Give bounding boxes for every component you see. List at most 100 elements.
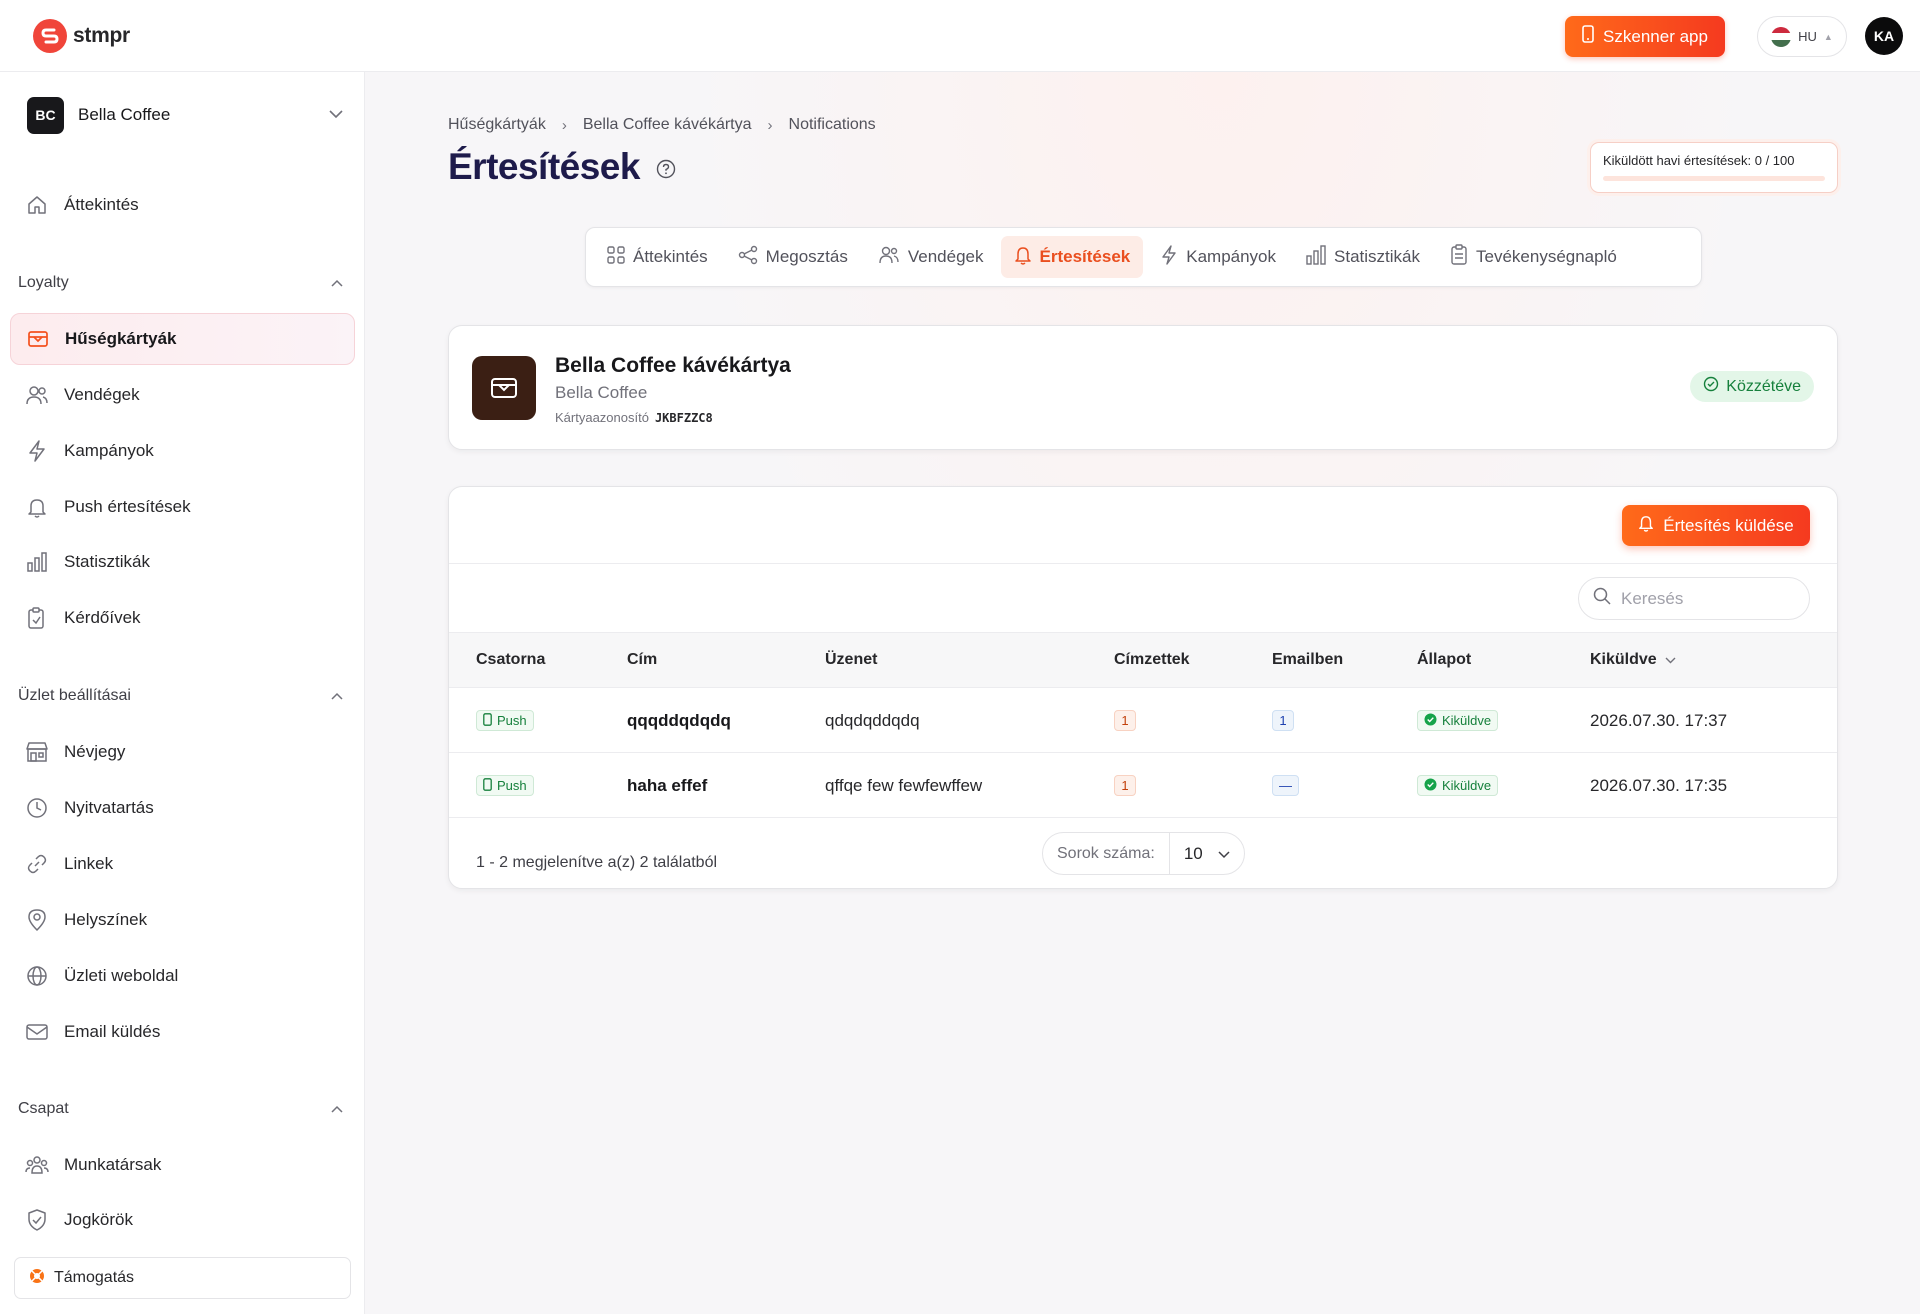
- title-cell: haha effef: [627, 775, 708, 795]
- card-icon: [25, 326, 51, 352]
- tab-activity-log[interactable]: Tevékenységnapló: [1437, 236, 1630, 278]
- quota-label: Kiküldött havi értesítések: 0 / 100: [1603, 153, 1795, 168]
- shield-icon: [24, 1207, 50, 1233]
- scanner-app-button[interactable]: Szkenner app: [1565, 16, 1725, 57]
- tab-label: Statisztikák: [1334, 247, 1420, 266]
- language-selector[interactable]: HU ▲: [1757, 16, 1847, 57]
- sidebar-item-opening-hours[interactable]: Nyitvatartás: [10, 782, 355, 834]
- card-id: Kártyaazonosító JKBFZZC8: [555, 410, 713, 425]
- sidebar-item-email[interactable]: Email küldés: [10, 1006, 355, 1058]
- sidebar-item-label: Push értesítések: [64, 497, 191, 516]
- chevron-up-icon: [331, 274, 343, 292]
- sidebar: BC Bella Coffee Áttekintés Loyalty Hűség…: [0, 72, 365, 1314]
- logo[interactable]: stmpr: [33, 19, 130, 53]
- sort-chevron-down-icon: [1665, 651, 1676, 669]
- rows-per-page-select[interactable]: Sorok száma: 10: [1042, 832, 1245, 875]
- rows-per-page-value: 10: [1183, 843, 1203, 863]
- home-icon: [24, 192, 50, 218]
- column-header-title: Cím: [627, 651, 658, 668]
- tab-statistics[interactable]: Statisztikák: [1293, 236, 1433, 278]
- section-business-settings[interactable]: Üzlet beállításai: [18, 687, 343, 705]
- email-cell: 1: [1272, 688, 1294, 753]
- chevron-right-icon: ›: [767, 116, 773, 134]
- sidebar-item-locations[interactable]: Helyszínek: [10, 894, 355, 946]
- business-name: Bella Coffee: [78, 105, 171, 124]
- sidebar-item-label: Kampányok: [64, 441, 154, 460]
- tab-campaigns[interactable]: Kampányok: [1147, 236, 1289, 278]
- section-loyalty[interactable]: Loyalty: [18, 274, 343, 292]
- sidebar-item-label: Kérdőívek: [64, 608, 141, 627]
- sidebar-item-label: Áttekintés: [64, 195, 139, 214]
- sidebar-item-label: Linkek: [64, 854, 114, 873]
- card-name: Bella Coffee kávékártya: [555, 354, 791, 377]
- sidebar-item-links[interactable]: Linkek: [10, 838, 355, 890]
- status-cell: Kiküldve: [1417, 688, 1499, 753]
- send-notification-button[interactable]: Értesítés küldése: [1622, 505, 1810, 546]
- status-badge: Kiküldve: [1417, 710, 1499, 731]
- column-header-status: Állapot: [1417, 651, 1472, 668]
- table-row[interactable]: Push haha effef qffqe few fewfewffew 1 —…: [449, 753, 1837, 818]
- column-header-channel: Csatorna: [476, 651, 546, 668]
- column-header-sent-at[interactable]: Kiküldve: [1590, 651, 1676, 669]
- tab-label: Vendégek: [907, 247, 984, 266]
- link-icon: [24, 851, 50, 877]
- tab-guests[interactable]: Vendégek: [865, 236, 997, 278]
- sidebar-item-push-notifications[interactable]: Push értesítések: [10, 481, 355, 533]
- clipboard-icon: [1450, 243, 1468, 271]
- breadcrumb-item[interactable]: Bella Coffee kávékártya: [583, 116, 752, 134]
- quota-progress-bar: [1603, 176, 1825, 181]
- sidebar-item-profile[interactable]: Névjegy: [10, 726, 355, 778]
- channel-label: Push: [497, 713, 527, 728]
- tab-label: Megosztás: [765, 247, 848, 266]
- sidebar-item-guests[interactable]: Vendégek: [10, 369, 355, 421]
- check-circle-icon: [1424, 778, 1437, 794]
- support-button[interactable]: Támogatás: [14, 1257, 351, 1299]
- status-badge: Kiküldve: [1417, 775, 1499, 796]
- sidebar-item-label: Helyszínek: [64, 910, 148, 929]
- rows-per-page-label: Sorok száma:: [1043, 833, 1170, 874]
- bolt-icon: [1160, 244, 1178, 271]
- chevron-down-icon: [329, 106, 343, 124]
- sidebar-item-loyalty-cards[interactable]: Hűségkártyák: [10, 313, 355, 365]
- sidebar-item-statistics[interactable]: Statisztikák: [10, 536, 355, 588]
- support-label: Támogatás: [54, 1269, 135, 1286]
- sidebar-item-campaigns[interactable]: Kampányok: [10, 425, 355, 477]
- page-title-row: Értesítések: [448, 146, 676, 188]
- chevron-up-icon: [331, 687, 343, 705]
- phone-icon: [483, 712, 492, 729]
- bolt-icon: [24, 438, 50, 464]
- sidebar-item-staff[interactable]: Munkatársak: [10, 1139, 355, 1191]
- tab-overview[interactable]: Áttekintés: [594, 236, 721, 278]
- business-switcher[interactable]: BC Bella Coffee: [27, 95, 343, 135]
- send-notification-label: Értesítés küldése: [1663, 515, 1794, 535]
- tab-share[interactable]: Megosztás: [725, 236, 861, 278]
- search-input[interactable]: [1621, 588, 1791, 609]
- business-avatar: BC: [27, 96, 64, 134]
- chart-icon: [24, 549, 50, 575]
- user-avatar[interactable]: KA: [1865, 17, 1903, 55]
- help-icon[interactable]: [656, 146, 676, 188]
- sidebar-item-website[interactable]: Üzleti weboldal: [10, 950, 355, 1002]
- card-business: Bella Coffee: [555, 383, 648, 402]
- breadcrumb-item[interactable]: Hűségkártyák: [448, 116, 546, 134]
- table-row[interactable]: Push qqqddqdqdq qdqdqddqdq 1 1 Kiküldve …: [449, 688, 1837, 753]
- search-field[interactable]: [1578, 577, 1810, 620]
- section-team[interactable]: Csapat: [18, 1100, 343, 1118]
- section-title: Üzlet beállításai: [18, 687, 131, 704]
- users-icon: [24, 382, 50, 408]
- lifebuoy-icon: [29, 1268, 45, 1289]
- loyalty-card-summary: Bella Coffee kávékártya Bella Coffee Kár…: [448, 325, 1838, 450]
- table-header: Csatorna Cím Üzenet Címzettek Emailben Á…: [449, 632, 1837, 688]
- sidebar-item-surveys[interactable]: Kérdőívek: [10, 592, 355, 644]
- status-cell: Kiküldve: [1417, 753, 1499, 818]
- search-icon: [1593, 587, 1611, 610]
- users-icon: [878, 246, 900, 269]
- chevron-down-icon: [1218, 844, 1230, 864]
- sidebar-item-label: Vendégek: [64, 385, 140, 404]
- email-count: 1: [1272, 710, 1294, 731]
- sidebar-item-roles[interactable]: Jogkörök: [10, 1194, 355, 1246]
- breadcrumb: Hűségkártyák › Bella Coffee kávékártya ›…: [448, 116, 876, 134]
- pin-icon: [24, 907, 50, 933]
- tab-notifications[interactable]: Értesítések: [1000, 236, 1144, 278]
- sidebar-item-overview[interactable]: Áttekintés: [10, 179, 355, 231]
